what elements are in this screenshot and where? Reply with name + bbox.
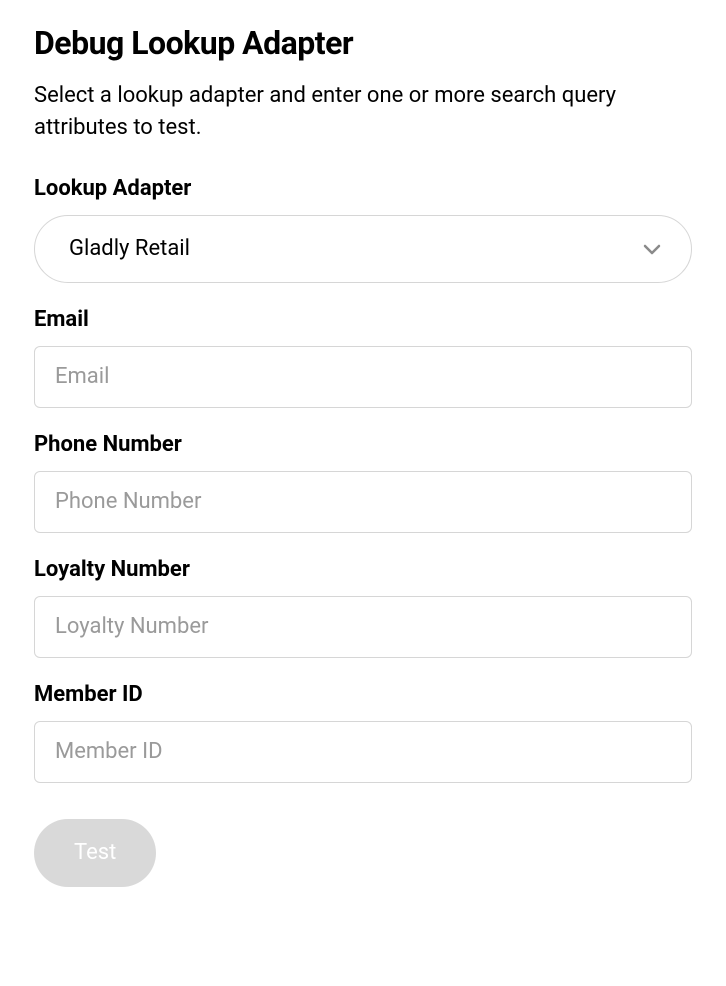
test-button[interactable]: Test [34,819,156,887]
email-label: Email [34,307,692,332]
lookup-adapter-label: Lookup Adapter [34,176,692,201]
lookup-adapter-select[interactable]: Gladly Retail [34,215,692,283]
phone-number-label: Phone Number [34,432,692,457]
loyalty-number-label: Loyalty Number [34,557,692,582]
email-field-group: Email [34,307,692,408]
page-title: Debug Lookup Adapter [34,24,692,62]
member-id-label: Member ID [34,682,692,707]
lookup-adapter-field: Lookup Adapter Gladly Retail [34,176,692,283]
member-id-field[interactable] [34,721,692,783]
phone-number-field[interactable] [34,471,692,533]
loyalty-number-field[interactable] [34,596,692,658]
phone-number-field-group: Phone Number [34,432,692,533]
lookup-adapter-selected[interactable]: Gladly Retail [34,215,692,283]
email-field[interactable] [34,346,692,408]
loyalty-number-field-group: Loyalty Number [34,557,692,658]
page-description: Select a lookup adapter and enter one or… [34,80,692,144]
member-id-field-group: Member ID [34,682,692,783]
